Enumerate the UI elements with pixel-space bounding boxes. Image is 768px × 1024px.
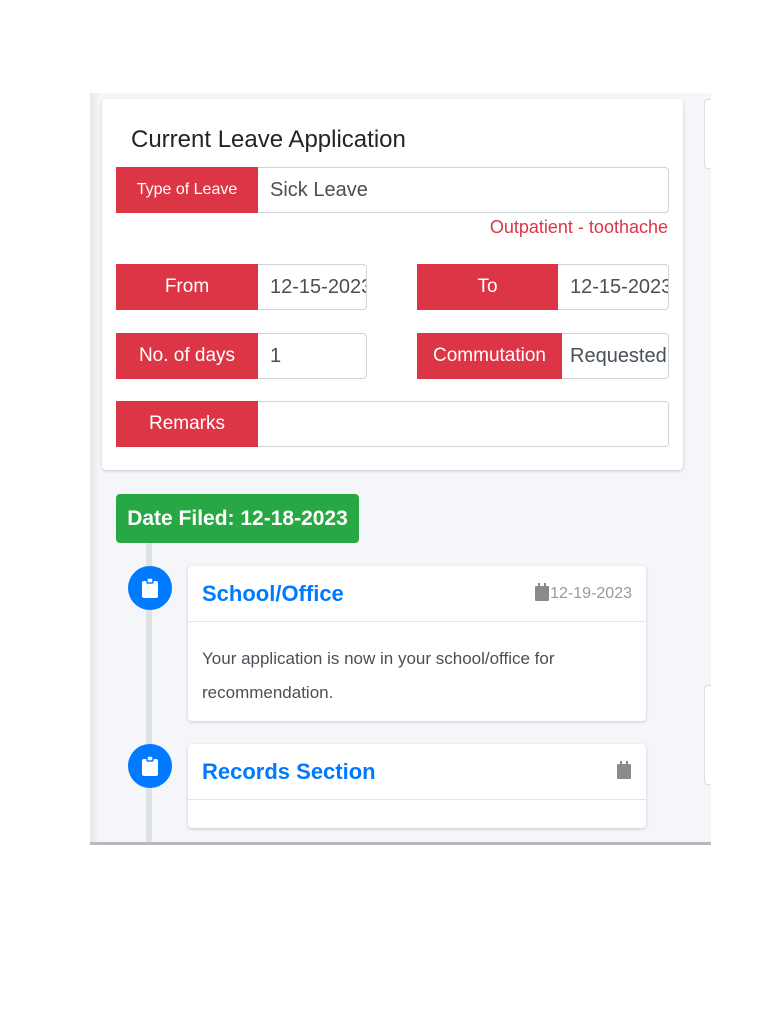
from-label: From	[116, 264, 258, 310]
to-field[interactable]: 12-15-2023	[558, 264, 669, 310]
type-of-leave-field[interactable]: Sick Leave	[258, 167, 669, 213]
type-of-leave-label: Type of Leave	[116, 167, 258, 213]
timeline-item-title: School/Office	[202, 580, 344, 606]
clipboard-icon	[128, 744, 172, 788]
clipboard-icon	[128, 566, 172, 610]
commutation-label: Commutation	[417, 333, 562, 379]
remarks-label: Remarks	[116, 401, 258, 447]
days-field[interactable]: 1	[258, 333, 367, 379]
card-title: Current Leave Application	[131, 126, 406, 153]
side-card	[704, 685, 711, 785]
days-label: No. of days	[116, 333, 258, 379]
leave-application-card: Current Leave Application Type of Leave …	[102, 99, 683, 470]
remarks-field[interactable]	[258, 401, 669, 447]
timeline-item-date: 12-19-2023	[550, 584, 632, 602]
to-label: To	[417, 264, 558, 310]
calendar-icon	[535, 583, 550, 601]
side-card	[704, 99, 711, 169]
timeline-item-body	[188, 800, 646, 840]
leave-note: Outpatient - toothache	[489, 217, 668, 237]
screenshot-area: Current Leave Application Type of Leave …	[90, 93, 711, 845]
from-field[interactable]: 12-15-2023	[258, 264, 367, 310]
calendar-icon	[617, 761, 631, 779]
timeline-item: School/Office 12-19-2023 Your applicatio…	[188, 566, 646, 721]
timeline-item-body: Your application is now in your school/o…	[202, 649, 555, 702]
timeline-item: Records Section	[188, 744, 646, 828]
commutation-field[interactable]: Requested	[562, 333, 669, 379]
timeline-item-title: Records Section	[202, 758, 376, 784]
date-filed-badge: Date Filed: 12-18-2023	[116, 494, 359, 543]
